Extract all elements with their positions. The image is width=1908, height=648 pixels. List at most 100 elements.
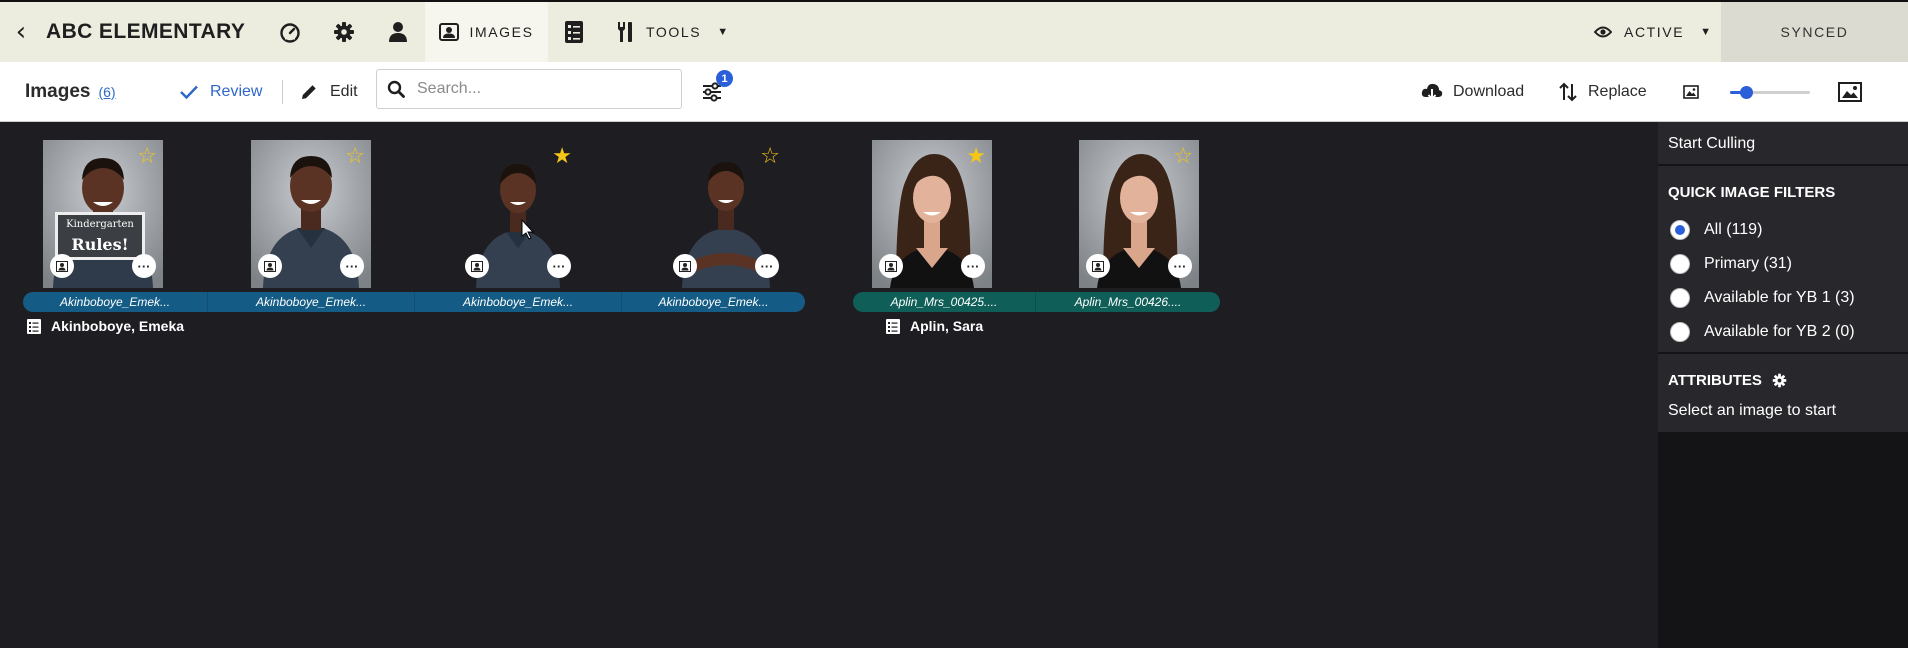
review-label: Review (210, 83, 263, 100)
tools-menu[interactable]: TOOLS ▼ (616, 2, 730, 62)
search-icon (387, 80, 405, 98)
set-primary-portrait-icon[interactable] (50, 254, 74, 278)
zoom-slider-thumb[interactable] (1740, 86, 1753, 99)
set-primary-portrait-icon[interactable] (1086, 254, 1110, 278)
image-thumbnail[interactable]: ★ ··· (872, 140, 992, 288)
more-options-icon[interactable]: ··· (1168, 254, 1192, 278)
image-filename: Akinboboye_Emek... (415, 292, 622, 312)
favorite-star-icon[interactable]: ☆ (137, 146, 157, 168)
dashboard-gauge-icon[interactable] (272, 2, 308, 62)
top-navigation: ‹ ABC ELEMENTARY IMAGES TOOLS ▼ ACTIVE ▼… (0, 0, 1908, 70)
search-input[interactable] (417, 80, 667, 98)
download-button[interactable]: Download (1421, 62, 1524, 122)
chevron-down-icon: ▼ (717, 26, 730, 38)
kindergarten-sign: Kindergarten Rules! (55, 212, 145, 260)
image-filename: Aplin_Mrs_00425.... (853, 292, 1036, 312)
filter-option-primary[interactable]: Primary (31) (1670, 254, 1792, 274)
radio-button[interactable] (1670, 322, 1690, 342)
filter-option-label: Available for YB 2 (0) (1704, 323, 1855, 340)
download-label: Download (1453, 83, 1525, 100)
search-box[interactable] (376, 69, 682, 109)
replace-button[interactable]: Replace (1558, 62, 1647, 122)
filter-option-all[interactable]: All (119) (1670, 220, 1762, 240)
settings-gear-icon[interactable] (326, 2, 362, 62)
filter-option-label: Available for YB 1 (3) (1704, 289, 1855, 306)
attributes-hint: Select an image to start (1668, 402, 1837, 419)
checkmark-icon (180, 85, 198, 99)
attributes-heading-text: ATTRIBUTES (1668, 372, 1762, 389)
subject-name-row[interactable]: Akinboboye, Emeka (27, 318, 184, 334)
page-title-text: Images (25, 81, 91, 102)
sign-line-2: Rules! (71, 235, 129, 254)
chevron-down-icon: ▼ (1700, 26, 1713, 38)
set-primary-portrait-icon[interactable] (258, 254, 282, 278)
image-thumbnail[interactable]: ☆ ··· (251, 140, 371, 288)
attributes-heading: ATTRIBUTES (1668, 372, 1787, 389)
tab-images[interactable]: IMAGES (425, 2, 548, 70)
image-thumbnail[interactable]: Kindergarten Rules! ☆ ··· (43, 140, 163, 288)
start-culling-button[interactable]: Start Culling (1658, 122, 1908, 164)
filter-count-badge: 1 (716, 70, 733, 87)
image-filename: Akinboboye_Emek... (208, 292, 415, 312)
large-thumbnail-icon[interactable] (1838, 62, 1862, 122)
favorite-star-icon[interactable]: ★ (552, 146, 572, 168)
back-chevron-icon[interactable]: ‹ (6, 2, 36, 62)
edit-button[interactable]: Edit (300, 62, 358, 122)
favorite-star-icon[interactable]: ★ (966, 146, 986, 168)
more-options-icon[interactable]: ··· (340, 254, 364, 278)
favorite-star-icon[interactable]: ☆ (345, 146, 365, 168)
favorite-star-icon[interactable]: ☆ (760, 146, 780, 168)
replace-label: Replace (1588, 83, 1647, 100)
filename-band: Akinboboye_Emek... Akinboboye_Emek... Ak… (23, 292, 805, 312)
active-menu-label: ACTIVE (1624, 24, 1685, 40)
filters-heading: QUICK IMAGE FILTERS (1668, 184, 1836, 201)
filter-option-yb1[interactable]: Available for YB 1 (3) (1670, 288, 1855, 308)
radio-button-selected[interactable] (1670, 220, 1690, 240)
portrait-frame-icon (439, 23, 460, 41)
eye-icon (1594, 26, 1612, 38)
image-gallery: Kindergarten Rules! ☆ ··· ☆ ··· ★ ··· ☆ … (0, 122, 1658, 648)
attributes-section: ATTRIBUTES Select an image to start (1658, 354, 1908, 432)
pencil-icon (302, 85, 316, 99)
filter-option-yb2[interactable]: Available for YB 2 (0) (1670, 322, 1855, 342)
sign-line-1: Kindergarten (66, 219, 134, 230)
more-options-icon[interactable]: ··· (961, 254, 985, 278)
radio-button[interactable] (1670, 288, 1690, 308)
zoom-slider[interactable] (1730, 86, 1810, 99)
more-options-icon[interactable]: ··· (547, 254, 571, 278)
subject-name-row[interactable]: Aplin, Sara (886, 318, 983, 334)
app-title: ABC ELEMENTARY (46, 20, 246, 43)
tools-menu-label: TOOLS (646, 24, 702, 40)
image-count-link[interactable]: (6) (98, 84, 115, 100)
favorite-star-icon[interactable]: ☆ (1173, 146, 1193, 168)
person-icon[interactable] (380, 2, 416, 62)
roster-list-icon[interactable] (556, 2, 592, 62)
more-options-icon[interactable]: ··· (755, 254, 779, 278)
roster-card-icon (886, 318, 900, 334)
review-button[interactable]: Review (180, 62, 262, 122)
tools-wrench-icon (618, 22, 632, 42)
image-thumbnail[interactable]: ★ ··· (458, 140, 578, 288)
active-filter-menu[interactable]: ACTIVE ▼ (1594, 2, 1713, 62)
set-primary-portrait-icon[interactable] (879, 254, 903, 278)
more-options-icon[interactable]: ··· (132, 254, 156, 278)
cloud-download-icon (1421, 83, 1443, 101)
right-side-panel: Start Culling QUICK IMAGE FILTERS All (1… (1658, 122, 1908, 648)
radio-button[interactable] (1670, 254, 1690, 274)
image-thumbnail[interactable]: ☆ ··· (666, 140, 786, 288)
tab-images-label: IMAGES (469, 24, 534, 40)
subject-name: Aplin, Sara (910, 318, 984, 334)
subject-name: Akinboboye, Emeka (51, 318, 185, 334)
filter-option-label: Primary (31) (1704, 255, 1793, 272)
image-thumbnail[interactable]: ☆ ··· (1079, 140, 1199, 288)
roster-card-icon (27, 318, 41, 334)
image-filename: Aplin_Mrs_00426.... (1074, 295, 1182, 309)
quick-image-filters: QUICK IMAGE FILTERS All (119) Primary (3… (1658, 166, 1908, 352)
small-thumbnail-icon[interactable] (1683, 62, 1699, 122)
sync-status: SYNCED (1721, 2, 1908, 62)
set-primary-portrait-icon[interactable] (465, 254, 489, 278)
attributes-gear-icon[interactable] (1772, 373, 1787, 388)
set-primary-portrait-icon[interactable] (673, 254, 697, 278)
image-filename: Akinboboye_Emek... (23, 292, 208, 312)
filter-settings-button[interactable]: 1 (692, 62, 733, 122)
